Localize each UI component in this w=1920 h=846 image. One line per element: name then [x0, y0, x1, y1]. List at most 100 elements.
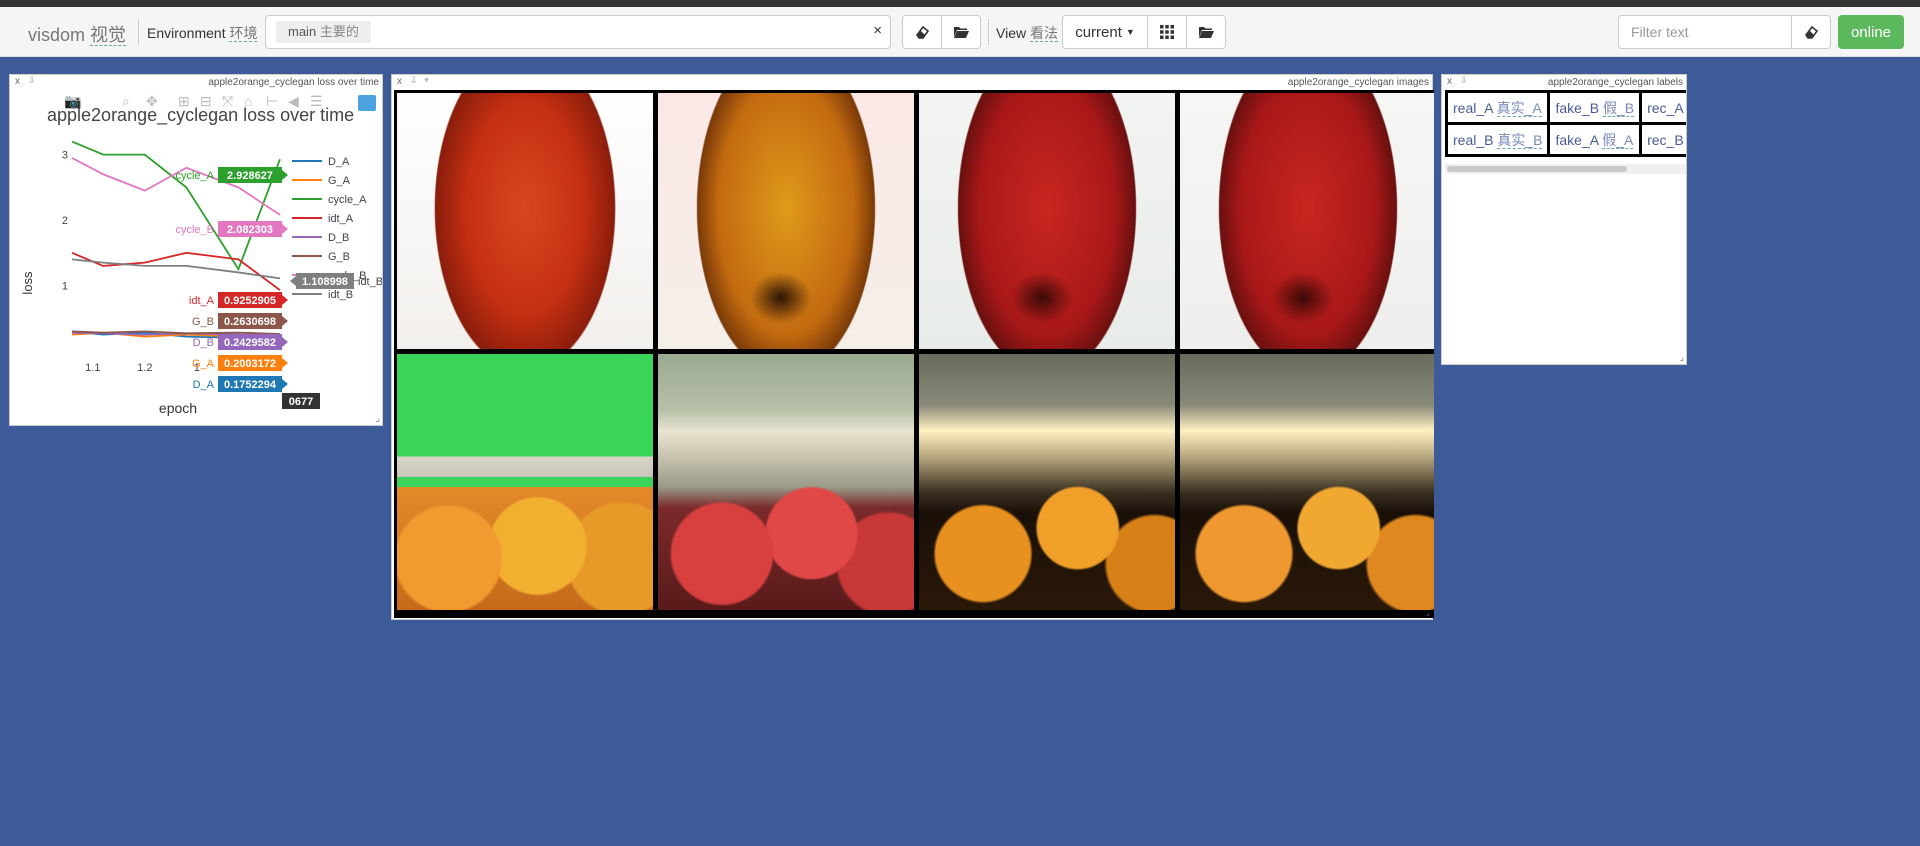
zoom-reset-icon[interactable]: ⌖ — [424, 75, 429, 86]
horizontal-scrollbar[interactable] — [1445, 164, 1686, 174]
table-cell: real_B 真实_B — [1444, 122, 1551, 157]
brand[interactable]: visdom 视觉 — [28, 21, 127, 47]
image-grid[interactable] — [394, 90, 1434, 618]
view-label-text: View — [996, 25, 1027, 41]
y-tick-label: 3 — [62, 150, 68, 162]
plotly-logo-icon[interactable] — [358, 95, 376, 111]
loss-chart[interactable]: 1231.1 1.2 1epochlossD_AG_Acycle_Aidt_AD_B… — [10, 123, 382, 423]
env-tag-text: main — [288, 24, 317, 39]
divider — [988, 19, 989, 45]
connection-status-button[interactable]: online — [1838, 15, 1904, 49]
hover-value-label: 0.9252905 — [224, 295, 276, 307]
hover-value-label: 0.2003172 — [224, 358, 276, 370]
clear-env-button[interactable] — [902, 15, 942, 49]
pane-bar: x ⇩ ⌖ apple2orange_cyclegan images — [392, 75, 1432, 89]
environment-select[interactable]: main 主要的 × — [265, 15, 891, 49]
label-en: fake_B — [1555, 99, 1600, 116]
rec-b-image — [919, 354, 1175, 610]
hover-pointer — [282, 358, 288, 368]
download-icon[interactable]: ⇩ — [410, 75, 418, 86]
view-select[interactable]: current ▼ — [1062, 15, 1148, 49]
y-axis-label: loss — [20, 271, 35, 295]
folder-open-icon — [1198, 27, 1214, 38]
clear-environment-icon[interactable]: × — [873, 22, 882, 39]
legend-label: D_B — [328, 232, 349, 244]
hover-series-name: G_B — [192, 316, 214, 328]
table-cell: rec_A 记 — [1639, 90, 1686, 125]
repack-button[interactable] — [1147, 15, 1187, 49]
filter-input[interactable]: Filter text — [1618, 15, 1792, 49]
y-tick-label: 1 — [62, 281, 68, 293]
resize-handle-icon[interactable]: ⌟ — [1680, 352, 1684, 363]
x-tick-label: 1.2 — [137, 362, 152, 374]
pane-title: apple2orange_cyclegan labels — [1547, 77, 1683, 88]
hover-series-name: idt_A — [189, 295, 215, 307]
resize-handle-icon[interactable]: ⌟ — [376, 413, 380, 424]
env-tag[interactable]: main 主要的 — [276, 21, 371, 43]
table-cell: fake_A 假_A — [1547, 122, 1643, 157]
hover-value-label: 0.2429582 — [224, 337, 276, 349]
images-pane[interactable]: x ⇩ ⌖ apple2orange_cyclegan images ⌟ — [391, 74, 1434, 620]
x-axis-label: epoch — [159, 400, 197, 416]
idt-a-image — [1180, 93, 1434, 349]
hover-series-name: idt_B — [358, 276, 382, 288]
env-tag-cn: 主要的 — [319, 24, 359, 39]
hover-value-label: 0677 — [289, 396, 313, 408]
label-en: real_A — [1453, 99, 1493, 116]
eraser-icon — [916, 25, 930, 39]
resize-handle-icon[interactable]: ⌟ — [1426, 607, 1430, 618]
idt-b-image — [1180, 354, 1434, 610]
brand-name: visdom — [28, 25, 86, 45]
fake-a-image — [658, 354, 914, 610]
hover-value-label: 2.928627 — [227, 170, 273, 182]
pane-title: apple2orange_cyclegan images — [1287, 77, 1429, 88]
manage-views-button[interactable] — [1186, 15, 1226, 49]
hover-pointer — [282, 379, 288, 389]
close-pane-icon[interactable]: x — [15, 76, 20, 87]
table-row: real_B 真实_B fake_A 假_A rec_B 记 — [1444, 122, 1686, 157]
label-en: real_B — [1453, 131, 1494, 148]
close-pane-icon[interactable]: x — [397, 76, 402, 87]
series-line-cycle-b — [71, 157, 281, 216]
rec-a-image — [919, 93, 1175, 349]
table-cell: fake_B 假_B — [1547, 90, 1643, 125]
hover-pointer — [282, 170, 288, 180]
hover-pointer — [282, 224, 288, 234]
y-tick-label: 2 — [62, 215, 68, 227]
caret-down-icon: ▼ — [1125, 27, 1135, 37]
label-cn: 假_B — [1602, 99, 1635, 117]
legend-label: G_A — [328, 175, 351, 187]
hover-series-name: G_A — [192, 358, 215, 370]
legend-label: cycle_A — [328, 194, 367, 206]
series-line-idt-b — [71, 258, 281, 280]
close-pane-icon[interactable]: x — [1447, 76, 1452, 87]
plot-pane[interactable]: x ⇩ apple2orange_cyclegan loss over time… — [9, 74, 383, 426]
label-en: fake_A — [1555, 131, 1599, 148]
environment-label-text: Environment — [147, 25, 226, 41]
label-cn: 真实_A — [1496, 99, 1542, 117]
brand-cn: 视觉 — [90, 25, 127, 46]
legend-label: idt_A — [328, 213, 354, 225]
labels-pane[interactable]: x ⇩ apple2orange_cyclegan labels real_A … — [1441, 74, 1687, 365]
hover-pointer — [282, 295, 288, 305]
label-en: rec_A — [1647, 99, 1683, 116]
manage-env-button[interactable] — [941, 15, 981, 49]
scrollbar-thumb[interactable] — [1447, 166, 1627, 172]
hover-pointer — [282, 337, 288, 347]
navbar: visdom 视觉 Environment 环境 main 主要的 × View… — [0, 7, 1920, 57]
clear-filter-button[interactable] — [1791, 15, 1831, 49]
view-label-cn: 看法 — [1029, 25, 1058, 42]
pane-bar: x ⇩ apple2orange_cyclegan loss over time — [10, 75, 382, 89]
download-icon[interactable]: ⇩ — [1460, 75, 1468, 86]
environment-label-cn: 环境 — [229, 25, 258, 42]
view-select-value: current — [1075, 23, 1122, 41]
hover-series-name: D_B — [193, 337, 214, 349]
label-cn: 假_A — [1602, 131, 1634, 149]
labels-table: real_A 真实_A fake_B 假_B rec_A 记 real_B 真实… — [1444, 90, 1686, 157]
download-icon[interactable]: ⇩ — [28, 75, 36, 86]
hover-series-name: D_A — [193, 379, 215, 391]
hover-series-name: cycle_B — [175, 224, 214, 236]
hover-value-label: 2.082303 — [227, 224, 273, 236]
table-cell: real_A 真实_A — [1444, 90, 1551, 125]
real-a-image — [397, 93, 653, 349]
